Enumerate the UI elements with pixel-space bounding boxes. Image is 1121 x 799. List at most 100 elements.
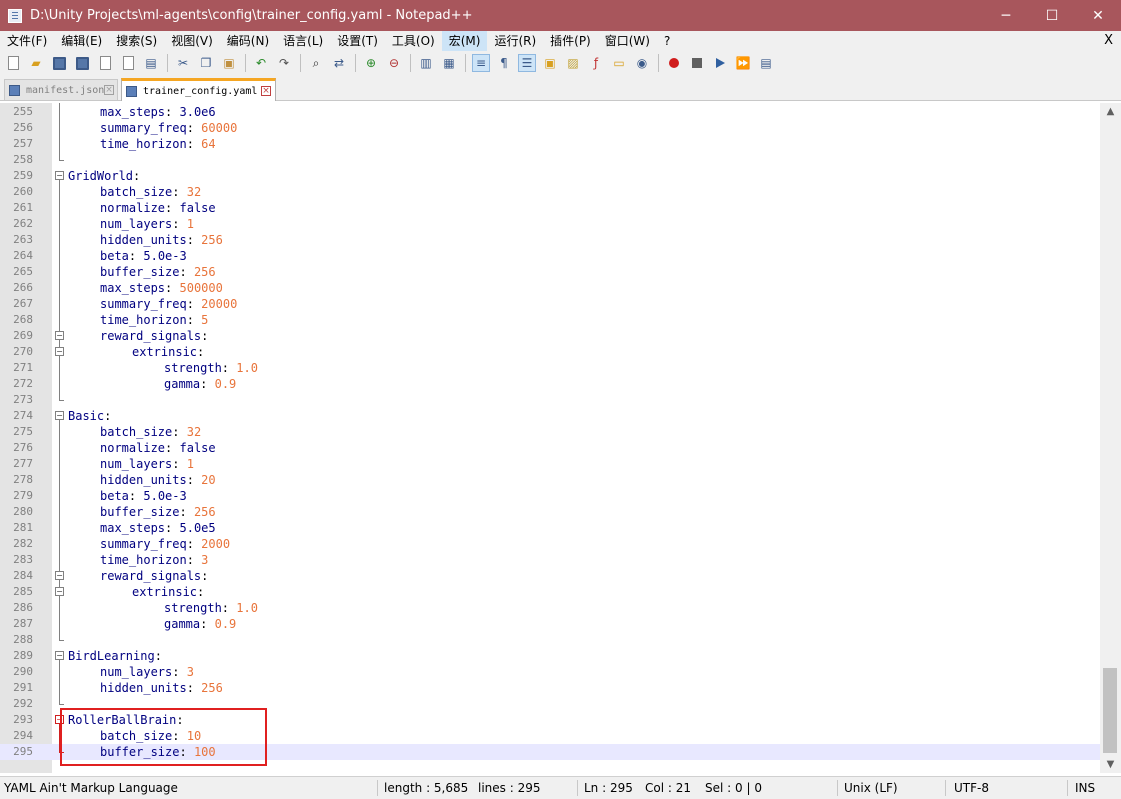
stop-macro-icon[interactable]: [688, 54, 706, 72]
code-line[interactable]: 284 reward_signals:: [0, 568, 1100, 584]
copy-icon[interactable]: ❐: [197, 54, 215, 72]
doc-map-icon[interactable]: ▨: [564, 54, 582, 72]
code-line[interactable]: 280 buffer_size: 256: [0, 504, 1100, 520]
menu-plugins[interactable]: 插件(P): [543, 31, 598, 51]
code-line[interactable]: 271 strength: 1.0: [0, 360, 1100, 376]
notepad-app-icon[interactable]: [8, 8, 22, 23]
code-line[interactable]: 283 time_horizon: 3: [0, 552, 1100, 568]
code-line[interactable]: 265 buffer_size: 256: [0, 264, 1100, 280]
code-line[interactable]: 260 batch_size: 32: [0, 184, 1100, 200]
code-line[interactable]: 286 strength: 1.0: [0, 600, 1100, 616]
menu-settings[interactable]: 设置(T): [330, 31, 385, 51]
menu-macro[interactable]: 宏(M): [441, 31, 488, 51]
tab-trainer-config-yaml[interactable]: trainer_config.yaml ×: [121, 78, 276, 101]
scroll-down-icon[interactable]: ▼: [1100, 756, 1121, 773]
code-line[interactable]: 291 hidden_units: 256: [0, 680, 1100, 696]
menu-tools[interactable]: 工具(O): [385, 31, 442, 51]
code-line[interactable]: 289 BirdLearning:: [0, 648, 1100, 664]
menu-edit[interactable]: 编辑(E): [54, 31, 109, 51]
code-line[interactable]: 262 num_layers: 1: [0, 216, 1100, 232]
zoom-in-icon[interactable]: ⊕: [362, 54, 380, 72]
code-line[interactable]: 274 Basic:: [0, 408, 1100, 424]
code-line[interactable]: 263 hidden_units: 256: [0, 232, 1100, 248]
fold-toggle-icon[interactable]: −: [55, 331, 64, 340]
tab-close-icon[interactable]: ×: [261, 86, 271, 96]
code-line[interactable]: 258: [0, 152, 1100, 168]
show-all-chars-icon[interactable]: ¶: [495, 54, 513, 72]
minimize-button[interactable]: ─: [983, 0, 1029, 31]
tab-close-icon[interactable]: ×: [104, 85, 114, 95]
zoom-out-icon[interactable]: ⊖: [385, 54, 403, 72]
code-line[interactable]: 279 beta: 5.0e-3: [0, 488, 1100, 504]
code-line[interactable]: 277 num_layers: 1: [0, 456, 1100, 472]
menu-help[interactable]: ?: [657, 31, 677, 51]
function-list-icon[interactable]: ƒ: [587, 54, 605, 72]
cut-icon[interactable]: ✂: [174, 54, 192, 72]
menu-view[interactable]: 视图(V): [164, 31, 220, 51]
scroll-thumb[interactable]: [1103, 668, 1117, 753]
maximize-button[interactable]: ☐: [1029, 0, 1075, 31]
close-all-icon[interactable]: [119, 54, 137, 72]
close-button[interactable]: ✕: [1075, 0, 1121, 31]
save-all-icon[interactable]: [73, 54, 91, 72]
tab-manifest-json[interactable]: manifest.json ×: [4, 79, 118, 100]
word-wrap-icon[interactable]: ≡: [472, 54, 490, 72]
code-line[interactable]: 266 max_steps: 500000: [0, 280, 1100, 296]
undo-icon[interactable]: ↶: [252, 54, 270, 72]
close-file-icon[interactable]: [96, 54, 114, 72]
fold-toggle-icon[interactable]: −: [55, 571, 64, 580]
find-icon[interactable]: ⌕: [307, 54, 325, 72]
fold-toggle-icon[interactable]: −: [55, 347, 64, 356]
redo-icon[interactable]: ↷: [275, 54, 293, 72]
code-line[interactable]: 287 gamma: 0.9: [0, 616, 1100, 632]
code-line[interactable]: 273: [0, 392, 1100, 408]
code-line[interactable]: 270 extrinsic:: [0, 344, 1100, 360]
menu-window[interactable]: 窗口(W): [598, 31, 657, 51]
code-line[interactable]: 275 batch_size: 32: [0, 424, 1100, 440]
code-line[interactable]: 290 num_layers: 3: [0, 664, 1100, 680]
code-line[interactable]: 282 summary_freq: 2000: [0, 536, 1100, 552]
fold-toggle-icon[interactable]: −: [55, 411, 64, 420]
code-line[interactable]: 255 max_steps: 3.0e6: [0, 104, 1100, 120]
save-icon[interactable]: [50, 54, 68, 72]
replace-icon[interactable]: ⇄: [330, 54, 348, 72]
code-line[interactable]: 276 normalize: false: [0, 440, 1100, 456]
code-line[interactable]: 288: [0, 632, 1100, 648]
close-document-icon[interactable]: X: [1104, 31, 1113, 51]
open-folder-icon[interactable]: ▰: [27, 54, 45, 72]
fold-toggle-icon[interactable]: −: [55, 651, 64, 660]
vertical-scrollbar[interactable]: ▲ ▼: [1100, 103, 1121, 773]
paste-icon[interactable]: ▣: [220, 54, 238, 72]
scroll-up-icon[interactable]: ▲: [1100, 103, 1121, 120]
code-line[interactable]: 269 reward_signals:: [0, 328, 1100, 344]
code-editor[interactable]: 255 max_steps: 3.0e6 256 summary_freq: 6000…: [0, 103, 1100, 773]
save-macro-icon[interactable]: ▤: [757, 54, 775, 72]
code-line[interactable]: 268 time_horizon: 5: [0, 312, 1100, 328]
menu-run[interactable]: 运行(R): [487, 31, 543, 51]
record-macro-icon[interactable]: [665, 54, 683, 72]
menu-encoding[interactable]: 编码(N): [220, 31, 276, 51]
code-line[interactable]: 281 max_steps: 5.0e5: [0, 520, 1100, 536]
run-macro-multiple-icon[interactable]: ⏩: [734, 54, 752, 72]
menu-language[interactable]: 语言(L): [276, 31, 330, 51]
code-line[interactable]: 264 beta: 5.0e-3: [0, 248, 1100, 264]
code-line[interactable]: 259 GridWorld:: [0, 168, 1100, 184]
code-line[interactable]: 272 gamma: 0.9: [0, 376, 1100, 392]
print-icon[interactable]: ▤: [142, 54, 160, 72]
indent-guide-icon[interactable]: ☰: [518, 54, 536, 72]
code-line[interactable]: 256 summary_freq: 60000: [0, 120, 1100, 136]
folder-workspace-icon[interactable]: ▭: [610, 54, 628, 72]
menu-file[interactable]: 文件(F): [0, 31, 54, 51]
code-line[interactable]: 261 normalize: false: [0, 200, 1100, 216]
fold-toggle-icon[interactable]: −: [55, 587, 64, 596]
menu-search[interactable]: 搜索(S): [109, 31, 164, 51]
code-line[interactable]: 285 extrinsic:: [0, 584, 1100, 600]
play-macro-icon[interactable]: [711, 54, 729, 72]
code-line[interactable]: 278 hidden_units: 20: [0, 472, 1100, 488]
fold-toggle-icon[interactable]: −: [55, 171, 64, 180]
udl-icon[interactable]: ▣: [541, 54, 559, 72]
sync-horizontal-icon[interactable]: ▦: [440, 54, 458, 72]
new-file-icon[interactable]: [4, 54, 22, 72]
code-line[interactable]: 267 summary_freq: 20000: [0, 296, 1100, 312]
monitoring-eye-icon[interactable]: ◉: [633, 54, 651, 72]
